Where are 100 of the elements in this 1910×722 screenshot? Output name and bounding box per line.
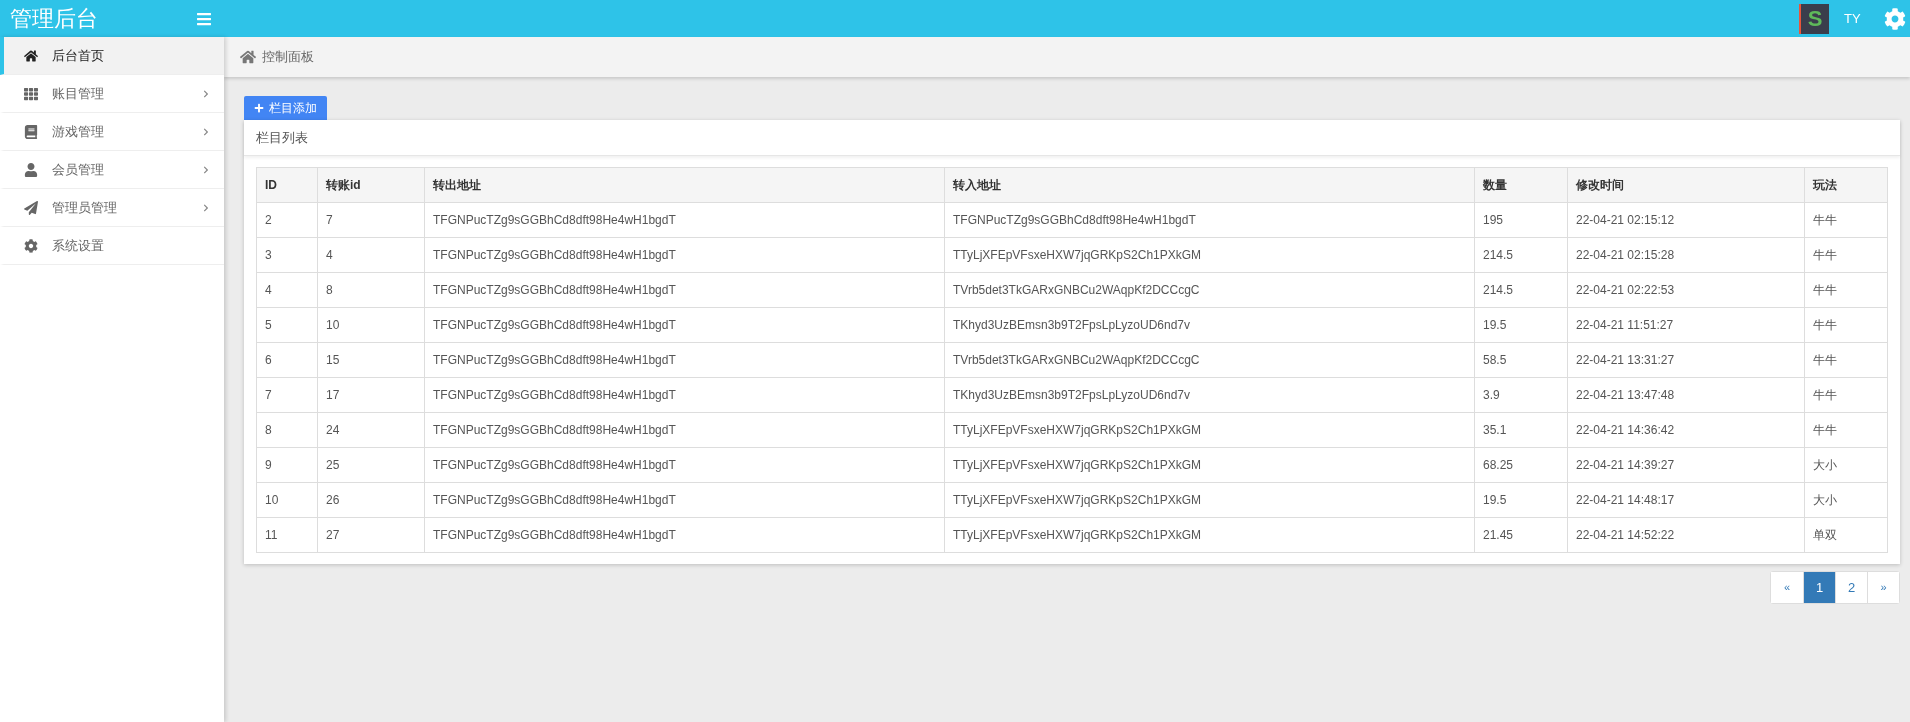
table-cell: 牛牛 xyxy=(1804,412,1888,448)
column-header: 数量 xyxy=(1474,167,1568,203)
column-header: 转入地址 xyxy=(944,167,1475,203)
menu-icon[interactable] xyxy=(196,10,212,27)
table-cell: 单双 xyxy=(1804,517,1888,553)
column-header: 修改时间 xyxy=(1567,167,1805,203)
paper-plane-icon xyxy=(24,200,38,215)
table-cell: 195 xyxy=(1474,202,1568,238)
table-cell: TFGNPucTZg9sGGBhCd8dft98He4wH1bgdT xyxy=(424,272,945,308)
column-header: 转账id xyxy=(317,167,425,203)
table-cell: 4 xyxy=(317,237,425,273)
panel-title: 栏目列表 xyxy=(244,120,1900,156)
column-header: ID xyxy=(256,167,318,203)
sidebar-item[interactable]: 系统设置 xyxy=(0,227,224,265)
table-cell: 牛牛 xyxy=(1804,272,1888,308)
table-cell: 26 xyxy=(317,482,425,518)
table-cell: 68.25 xyxy=(1474,447,1568,483)
table-cell: 8 xyxy=(317,272,425,308)
book-icon xyxy=(24,124,38,139)
table-cell: 3.9 xyxy=(1474,377,1568,413)
table-cell: 11 xyxy=(256,517,318,553)
table-cell: 22-04-21 13:47:48 xyxy=(1567,377,1805,413)
table-cell: 9 xyxy=(256,447,318,483)
table-cell: 22-04-21 14:36:42 xyxy=(1567,412,1805,448)
table-cell: 3 xyxy=(256,237,318,273)
table-cell: TKhyd3UzBEmsn3b9T2FpsLpLyzoUD6nd7v xyxy=(944,307,1475,343)
table-cell: 22-04-21 02:15:12 xyxy=(1567,202,1805,238)
table-cell: TFGNPucTZg9sGGBhCd8dft98He4wH1bgdT xyxy=(944,202,1475,238)
app-title: 管理后台 xyxy=(9,5,99,33)
table-cell: TFGNPucTZg9sGGBhCd8dft98He4wH1bgdT xyxy=(424,377,945,413)
table-cell: 19.5 xyxy=(1474,307,1568,343)
table-cell: 15 xyxy=(317,342,425,378)
next-page-button[interactable]: » xyxy=(1867,572,1899,603)
table-cell: TFGNPucTZg9sGGBhCd8dft98He4wH1bgdT xyxy=(424,412,945,448)
table-cell: 35.1 xyxy=(1474,412,1568,448)
table-cell: 10 xyxy=(256,482,318,518)
table-cell: 214.5 xyxy=(1474,272,1568,308)
table-cell: 2 xyxy=(256,202,318,238)
table-cell: TKhyd3UzBEmsn3b9T2FpsLpLyzoUD6nd7v xyxy=(944,377,1475,413)
home-icon xyxy=(240,49,256,65)
add-button[interactable]: 栏目添加 xyxy=(244,96,327,120)
sidebar-item[interactable]: 账目管理 xyxy=(0,75,224,113)
table-cell: TFGNPucTZg9sGGBhCd8dft98He4wH1bgdT xyxy=(424,237,945,273)
table-cell: 25 xyxy=(317,447,425,483)
table-cell: 牛牛 xyxy=(1804,342,1888,378)
table-cell: 4 xyxy=(256,272,318,308)
page-button[interactable]: 1 xyxy=(1803,572,1835,603)
column-header: 转出地址 xyxy=(424,167,945,203)
chevron-icon xyxy=(202,165,210,174)
table-cell: 21.45 xyxy=(1474,517,1568,553)
home-icon xyxy=(24,48,38,63)
table-cell: 22-04-21 13:31:27 xyxy=(1567,342,1805,378)
table-cell: 6 xyxy=(256,342,318,378)
table-cell: 7 xyxy=(256,377,318,413)
table-cell: TVrb5det3TkGARxGNBCu2WAqpKf2DCCcgC xyxy=(944,272,1475,308)
table-cell: 22-04-21 02:22:53 xyxy=(1567,272,1805,308)
table-cell: 214.5 xyxy=(1474,237,1568,273)
table-cell: TFGNPucTZg9sGGBhCd8dft98He4wH1bgdT xyxy=(424,517,945,553)
table-cell: 22-04-21 02:15:28 xyxy=(1567,237,1805,273)
gear-icon xyxy=(24,238,38,253)
sidebar-item[interactable]: 游戏管理 xyxy=(0,113,224,151)
plus-icon xyxy=(254,103,264,113)
table-cell: TTyLjXFEpVFsxeHXW7jqGRKpS2Ch1PXkGM xyxy=(944,237,1475,273)
table-cell: 27 xyxy=(317,517,425,553)
table-cell: 10 xyxy=(317,307,425,343)
table-cell: 22-04-21 14:48:17 xyxy=(1567,482,1805,518)
table-cell: 7 xyxy=(317,202,425,238)
chevron-icon xyxy=(202,203,210,212)
table-cell: TFGNPucTZg9sGGBhCd8dft98He4wH1bgdT xyxy=(424,342,945,378)
breadcrumb-text[interactable]: 控制面板 xyxy=(262,47,314,67)
table-cell: 24 xyxy=(317,412,425,448)
table-cell: 大小 xyxy=(1804,482,1888,518)
table-cell: TFGNPucTZg9sGGBhCd8dft98He4wH1bgdT xyxy=(424,447,945,483)
chevron-icon xyxy=(202,89,210,98)
table-cell: 5 xyxy=(256,307,318,343)
table-cell: 58.5 xyxy=(1474,342,1568,378)
table-cell: TTyLjXFEpVFsxeHXW7jqGRKpS2Ch1PXkGM xyxy=(944,517,1475,553)
table-cell: 17 xyxy=(317,377,425,413)
settings-icon[interactable] xyxy=(1884,7,1906,30)
sidebar-item[interactable]: 管理员管理 xyxy=(0,189,224,227)
table-cell: 牛牛 xyxy=(1804,307,1888,343)
person-icon xyxy=(24,162,38,177)
table-cell: TTyLjXFEpVFsxeHXW7jqGRKpS2Ch1PXkGM xyxy=(944,447,1475,483)
table-cell: 22-04-21 11:51:27 xyxy=(1567,307,1805,343)
table-cell: TVrb5det3TkGARxGNBCu2WAqpKf2DCCcgC xyxy=(944,342,1475,378)
table-cell: TFGNPucTZg9sGGBhCd8dft98He4wH1bgdT xyxy=(424,482,945,518)
chevron-icon xyxy=(202,127,210,136)
sidebar-item[interactable]: 后台首页 xyxy=(0,37,224,75)
table-cell: TFGNPucTZg9sGGBhCd8dft98He4wH1bgdT xyxy=(424,307,945,343)
table-cell: 牛牛 xyxy=(1804,377,1888,413)
table-cell: TFGNPucTZg9sGGBhCd8dft98He4wH1bgdT xyxy=(424,202,945,238)
avatar[interactable]: S xyxy=(1799,3,1829,34)
table-cell: TTyLjXFEpVFsxeHXW7jqGRKpS2Ch1PXkGM xyxy=(944,412,1475,448)
grid-icon xyxy=(24,86,38,101)
column-header: 玩法 xyxy=(1804,167,1888,203)
table-cell: 19.5 xyxy=(1474,482,1568,518)
table-cell: TTyLjXFEpVFsxeHXW7jqGRKpS2Ch1PXkGM xyxy=(944,482,1475,518)
table-cell: 牛牛 xyxy=(1804,237,1888,273)
table-cell: 22-04-21 14:52:22 xyxy=(1567,517,1805,553)
sidebar-item[interactable]: 会员管理 xyxy=(0,151,224,189)
